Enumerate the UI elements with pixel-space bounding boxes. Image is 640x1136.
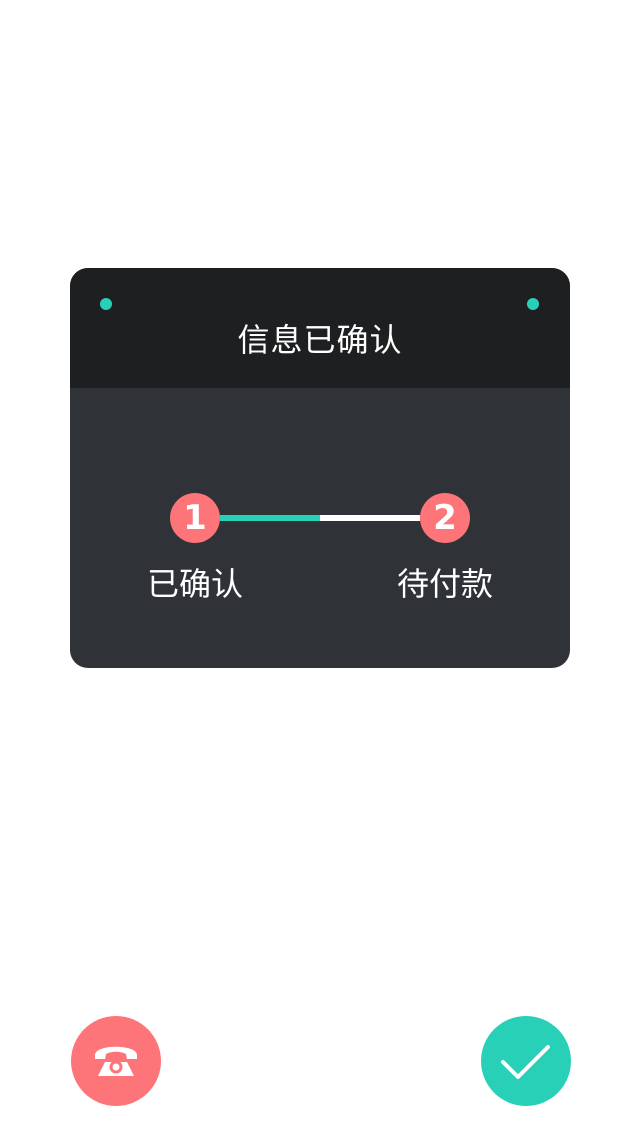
progress-line-pending (320, 515, 420, 521)
progress-steps: 1 2 已确认 待付款 (70, 388, 570, 668)
step-1-label: 已确认 (146, 565, 243, 603)
confirm-button[interactable] (481, 1016, 571, 1106)
step-1-number: 1 (170, 493, 220, 543)
indicator-dot-right (527, 298, 539, 310)
indicator-dot-left (100, 298, 112, 310)
card-title: 信息已确认 (237, 321, 403, 359)
step-2-label: 待付款 (396, 565, 493, 603)
phone-icon (95, 1046, 137, 1076)
card-header: 信息已确认 (70, 268, 570, 388)
step-2-number: 2 (420, 493, 470, 543)
status-card: 信息已确认 1 2 已确认 待付款 (70, 268, 570, 668)
screen: 信息已确认 1 2 已确认 待付款 (0, 0, 640, 1136)
progress-line-complete (220, 515, 320, 521)
call-button[interactable] (71, 1016, 161, 1106)
checkmark-icon (501, 1045, 550, 1079)
